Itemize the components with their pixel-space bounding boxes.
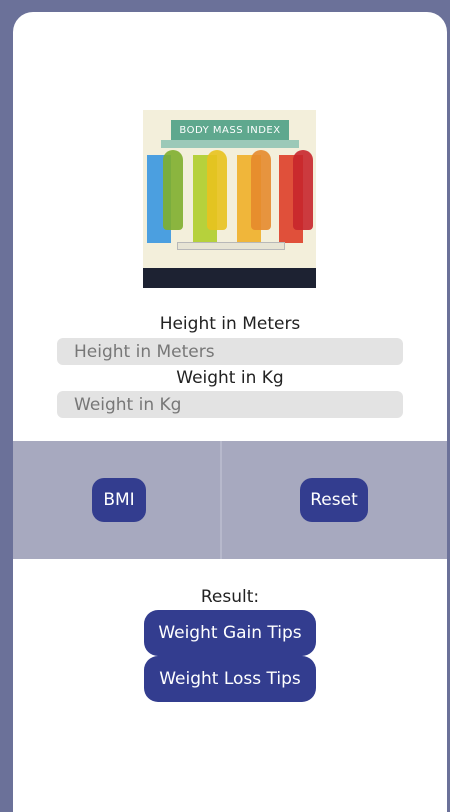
bmi-figure-obese [293, 150, 313, 230]
weight-label: Weight in Kg [176, 368, 284, 388]
action-button-panel [13, 441, 447, 559]
bmi-button[interactable]: BMI [92, 478, 146, 522]
weight-loss-tips-button[interactable]: Weight Loss Tips [144, 656, 316, 702]
bmi-figure-normal [207, 150, 227, 230]
bmi-chart-image: BODY MASS INDEX [143, 110, 316, 288]
bmi-image-footer [143, 268, 316, 288]
main-card: BODY MASS INDEX Height in Meters Weight … [13, 12, 447, 812]
bmi-scale [177, 242, 285, 250]
bmi-figure-overweight [251, 150, 271, 230]
height-label: Height in Meters [159, 314, 301, 334]
app-frame: BODY MASS INDEX Height in Meters Weight … [0, 0, 450, 812]
bmi-banner-ribbon [161, 140, 299, 148]
weight-gain-tips-button[interactable]: Weight Gain Tips [144, 610, 316, 656]
result-label: Result: [200, 587, 260, 607]
bmi-banner: BODY MASS INDEX [171, 120, 289, 142]
panel-divider [220, 441, 222, 559]
weight-input[interactable] [57, 391, 403, 418]
bmi-figure-underweight [163, 150, 183, 230]
reset-button[interactable]: Reset [300, 478, 368, 522]
height-input[interactable] [57, 338, 403, 365]
